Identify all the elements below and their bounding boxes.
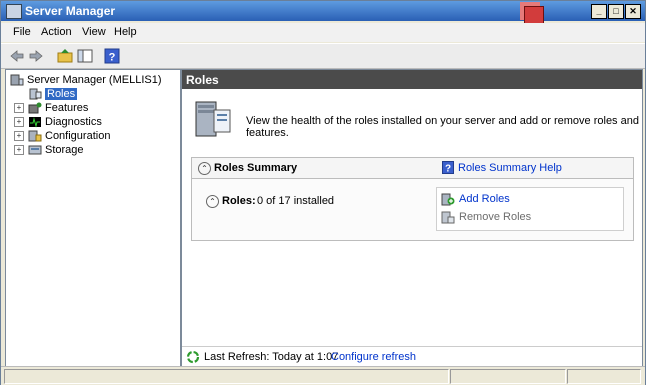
menu-file[interactable]: File: [13, 26, 31, 38]
status-pane: [567, 369, 641, 384]
maximize-button[interactable]: □: [608, 4, 624, 19]
roles-summary-header: ⌃ Roles Summary ? Roles Summary Help: [192, 158, 633, 179]
roles-icon: [29, 88, 42, 100]
show-hide-tree-icon[interactable]: [77, 48, 93, 64]
roles-count-value: 0 of 17 installed: [257, 195, 335, 207]
expand-icon[interactable]: +: [14, 145, 24, 155]
tree-item-label: Configuration: [45, 130, 111, 142]
help-icon: ?: [442, 161, 454, 174]
configuration-icon: [28, 130, 42, 142]
window-status-bar: [1, 366, 645, 385]
tree-item-label: Diagnostics: [45, 116, 102, 128]
navigation-tree: Server Manager (MELLIS1) Roles + Feature…: [5, 69, 181, 367]
svg-text:?: ?: [109, 52, 116, 64]
menu-bar: File Action View Help: [1, 23, 645, 42]
menu-view[interactable]: View: [82, 26, 106, 38]
tree-item-storage[interactable]: + Storage: [14, 143, 84, 157]
remove-roles-link[interactable]: Remove Roles: [459, 211, 531, 223]
status-pane: [4, 369, 449, 384]
panel-header: Roles: [182, 70, 642, 89]
roles-summary-box: ⌃ Roles Summary ? Roles Summary Help ⌃ R…: [191, 157, 634, 241]
close-button[interactable]: ✕: [625, 4, 641, 19]
status-pane: [450, 369, 566, 384]
minimize-button[interactable]: _: [591, 4, 607, 19]
overlay-window-icon: [524, 6, 544, 24]
roles-description: View the health of the roles installed o…: [246, 115, 639, 139]
roles-count-label: Roles:: [222, 195, 256, 207]
tree-item-label: Roles: [45, 88, 78, 100]
add-roles-link[interactable]: Add Roles: [459, 193, 510, 205]
features-icon: [28, 102, 42, 114]
help-icon[interactable]: ?: [104, 48, 120, 64]
server-manager-icon: [6, 4, 22, 19]
back-arrow-icon[interactable]: [9, 48, 25, 64]
remove-roles-icon: [441, 211, 455, 224]
tree-item-label: Storage: [45, 144, 84, 156]
collapse-icon[interactable]: ⌃: [198, 162, 211, 175]
roles-summary-title: Roles Summary: [214, 162, 298, 174]
window-title: Server Manager: [25, 4, 116, 18]
configure-refresh-link[interactable]: Configure refresh: [331, 351, 416, 363]
refresh-icon: [186, 350, 200, 364]
tree-item-label: Features: [45, 102, 89, 114]
tree-item-roles[interactable]: Roles: [28, 87, 78, 101]
roles-summary-help-link[interactable]: Roles Summary Help: [458, 162, 562, 174]
collapse-icon[interactable]: ⌃: [206, 195, 219, 208]
tree-item-features[interactable]: + Features: [14, 101, 88, 115]
expand-icon[interactable]: +: [14, 103, 24, 113]
menu-help[interactable]: Help: [114, 26, 137, 38]
svg-text:?: ?: [445, 164, 451, 175]
roles-actions-panel: Add Roles Remove Roles: [436, 187, 624, 231]
server-manager-window: Server Manager _ □ ✕ File Action View He…: [0, 0, 646, 385]
tree-root-label: Server Manager (MELLIS1): [27, 74, 162, 86]
expand-icon[interactable]: +: [14, 117, 24, 127]
roles-server-icon: [195, 101, 231, 137]
tree-item-configuration[interactable]: + Configuration: [14, 129, 110, 143]
storage-icon: [28, 145, 42, 155]
up-folder-icon[interactable]: [57, 48, 73, 64]
forward-arrow-icon[interactable]: [28, 48, 44, 64]
tree-root[interactable]: Server Manager (MELLIS1): [10, 73, 162, 87]
refresh-status-bar: Last Refresh: Today at 1:07 Configure re…: [182, 346, 642, 367]
title-bar[interactable]: Server Manager _ □ ✕: [1, 1, 645, 24]
server-icon: [10, 74, 24, 86]
roles-panel: Roles View the health of the roles insta…: [181, 69, 643, 367]
add-roles-icon: [441, 193, 455, 206]
tree-item-diagnostics[interactable]: + Diagnostics: [14, 115, 102, 129]
expand-icon[interactable]: +: [14, 131, 24, 141]
panel-title: Roles: [186, 73, 219, 87]
toolbar: ?: [1, 43, 645, 69]
diagnostics-icon: [29, 117, 41, 128]
menu-action[interactable]: Action: [41, 26, 72, 38]
last-refresh-text: Last Refresh: Today at 1:07: [204, 351, 339, 363]
